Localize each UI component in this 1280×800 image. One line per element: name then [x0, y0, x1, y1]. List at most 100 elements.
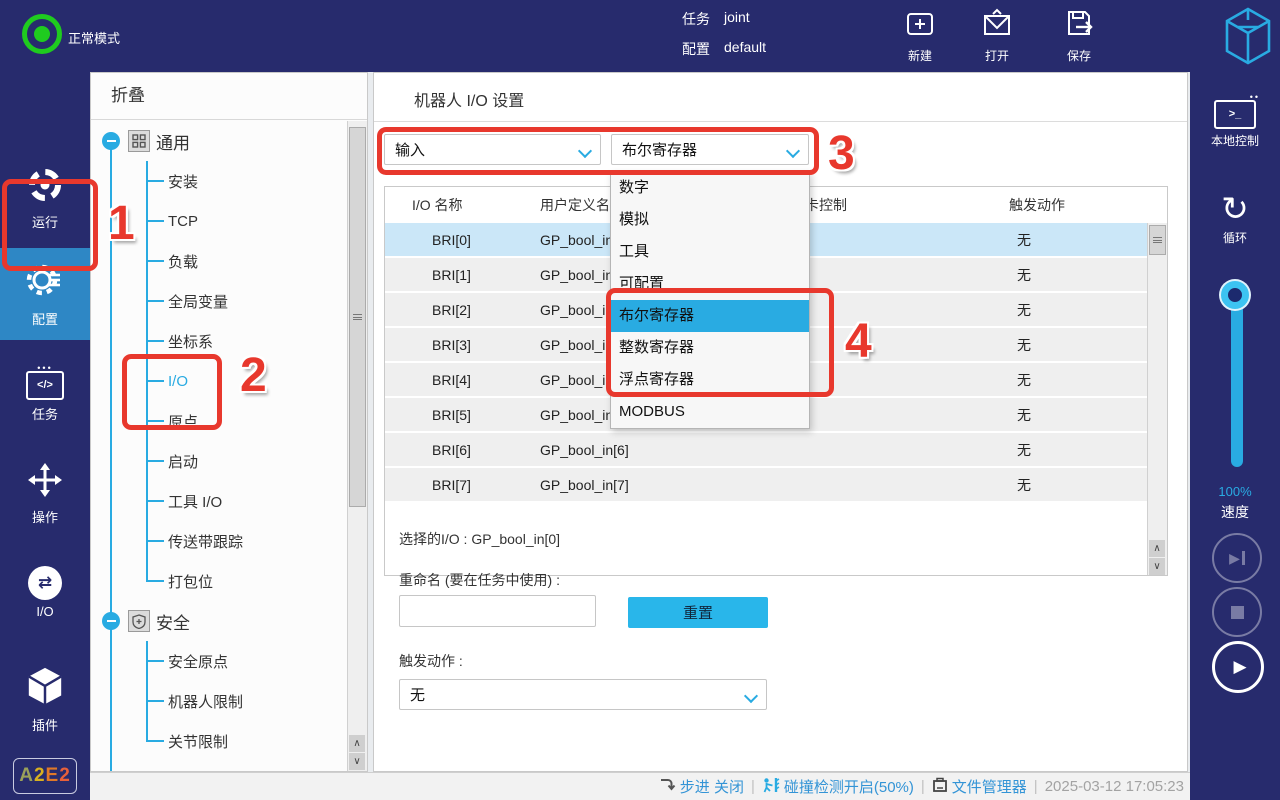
- task-config-info: 任务 joint 配置 default: [682, 9, 766, 59]
- collapse-button[interactable]: 折叠: [91, 73, 367, 120]
- tree-item-io-selected[interactable]: I/O: [146, 361, 348, 401]
- tree-item-safety-home[interactable]: 安全原点: [146, 641, 348, 681]
- loop-icon: ↻: [1221, 190, 1249, 227]
- file-manager-button[interactable]: 文件管理器: [932, 776, 1027, 797]
- tree-spine: [110, 141, 112, 771]
- version-badge[interactable]: A2E2: [13, 758, 77, 794]
- left-sidebar: 运行 配置 ••• </> 任务 操作 ⇄ I/O 插件 A2E2: [0, 72, 90, 800]
- tree-item-global-vars[interactable]: 全局变量: [146, 281, 348, 321]
- chevron-down-icon: [577, 143, 593, 159]
- sidebar-item-config[interactable]: 配置: [0, 248, 90, 340]
- io-arrows-icon: ⇄: [28, 566, 62, 600]
- loop-button[interactable]: ↻ 循环: [1190, 192, 1280, 246]
- scroll-up-arrow[interactable]: ∧: [1149, 540, 1165, 557]
- sidebar-item-io[interactable]: ⇄ I/O: [0, 566, 90, 619]
- io-direction-select[interactable]: 输入: [384, 134, 601, 165]
- col-tab-control: 选项卡控制: [777, 197, 847, 213]
- table-scrollbar[interactable]: ∧ ∨: [1147, 223, 1167, 575]
- stop-button[interactable]: [1212, 587, 1262, 637]
- run-icon: [27, 169, 63, 207]
- task-label: 任务: [682, 11, 710, 27]
- mode-label: 正常模式: [68, 31, 121, 46]
- config-tree-panel: 折叠 通用 安装 TCP 负载 全局变量 坐标系 I/O 原点 启动 工具 I/…: [90, 72, 368, 772]
- open-button[interactable]: 打开: [970, 8, 1024, 64]
- menu-option-modbus[interactable]: MODBUS: [611, 396, 809, 428]
- sidebar-item-run[interactable]: 运行: [0, 167, 90, 231]
- tree-item-tcp[interactable]: TCP: [146, 201, 348, 241]
- table-scrollbar-thumb[interactable]: [1149, 225, 1166, 255]
- local-control-button[interactable]: •• >_ 本地控制: [1190, 93, 1280, 149]
- file-manager-icon: [932, 777, 948, 797]
- sidebar-item-plugin[interactable]: 插件: [0, 666, 90, 734]
- step-mode-status[interactable]: 步进 关闭: [659, 776, 744, 797]
- tree-group-safety: 安全 安全原点 机器人限制 关节限制: [91, 601, 348, 761]
- trigger-action-select[interactable]: 无: [399, 679, 767, 710]
- tree-scrollbar-thumb[interactable]: [349, 127, 366, 507]
- play-button[interactable]: ▶: [1212, 641, 1264, 693]
- scroll-down-arrow[interactable]: ∨: [349, 753, 365, 770]
- collapse-node-icon[interactable]: [102, 132, 120, 150]
- tree-node-safety[interactable]: 安全: [91, 601, 348, 641]
- tree-item-robot-limits[interactable]: 机器人限制: [146, 681, 348, 721]
- rename-label: 重命名 (要在任务中使用) :: [399, 572, 560, 588]
- new-button[interactable]: 新建: [893, 8, 947, 64]
- speed-slider-track[interactable]: [1231, 295, 1243, 467]
- step-arrow-icon: [659, 776, 676, 797]
- rename-input[interactable]: [399, 595, 596, 627]
- chevron-down-icon: [785, 143, 801, 159]
- tree-item-payload[interactable]: 负载: [146, 241, 348, 281]
- status-bar: 步进 关闭 | 碰撞检测开启(50%) | 文件管理器 | 2025-03-12…: [90, 772, 1190, 800]
- tree-item-install[interactable]: 安装: [146, 161, 348, 201]
- collision-icon: [762, 776, 780, 798]
- gear-icon: [25, 264, 65, 304]
- tree-item-pallet[interactable]: 打包位: [146, 561, 348, 601]
- page-title: 机器人 I/O 设置: [414, 93, 525, 110]
- tree-group-general: 通用 安装 TCP 负载 全局变量 坐标系 I/O 原点 启动 工具 I/O 传…: [91, 121, 348, 601]
- code-window-icon: ••• </>: [0, 364, 90, 400]
- table-row[interactable]: BRI[7] GP_bool_in[7] 无: [385, 468, 1148, 503]
- tree-item-joint-limits[interactable]: 关节限制: [146, 721, 348, 761]
- tree-item-startup[interactable]: 启动: [146, 441, 348, 481]
- tree-item-home[interactable]: 原点: [146, 401, 348, 441]
- io-type-select[interactable]: 布尔寄存器: [611, 134, 809, 165]
- speed-percent: 100%: [1218, 484, 1252, 499]
- menu-option-float-register[interactable]: 浮点寄存器: [611, 364, 809, 396]
- collision-detection-status[interactable]: 碰撞检测开启(50%): [762, 776, 914, 798]
- tree-node-general[interactable]: 通用: [91, 121, 348, 161]
- selected-io-label: 选择的I/O : GP_bool_in[0]: [399, 531, 561, 547]
- trigger-action-label: 触发动作 :: [399, 653, 463, 669]
- col-io-name: I/O 名称: [412, 197, 463, 213]
- step-forward-button[interactable]: ▶: [1212, 533, 1262, 583]
- reset-button[interactable]: 重置: [628, 597, 768, 628]
- tree-scrollbar[interactable]: ∧ ∨: [347, 121, 367, 771]
- sidebar-item-task[interactable]: ••• </> 任务: [0, 364, 90, 423]
- menu-option-tool[interactable]: 工具: [611, 236, 809, 268]
- save-button[interactable]: 保存: [1052, 8, 1106, 64]
- cube-icon: [26, 667, 64, 710]
- menu-option-configurable[interactable]: 可配置: [611, 268, 809, 300]
- scroll-down-arrow[interactable]: ∨: [1149, 558, 1165, 575]
- scroll-up-arrow[interactable]: ∧: [349, 735, 365, 752]
- chevron-down-icon: [743, 688, 759, 704]
- stop-icon: [1230, 605, 1244, 619]
- tree-item-frames[interactable]: 坐标系: [146, 321, 348, 361]
- config-value: default: [724, 39, 767, 55]
- save-icon: [1063, 11, 1095, 44]
- menu-option-bool-register-selected[interactable]: 布尔寄存器: [611, 300, 809, 332]
- menu-option-digital[interactable]: 数字: [611, 172, 809, 204]
- play-icon: ▶: [1233, 657, 1247, 676]
- sidebar-item-operate[interactable]: 操作: [0, 462, 90, 526]
- collapse-node-icon[interactable]: [102, 612, 120, 630]
- io-type-dropdown-menu: 数字 模拟 工具 可配置 布尔寄存器 整数寄存器 浮点寄存器 MODBUS: [610, 171, 810, 429]
- top-bar: 正常模式 任务 joint 配置 default 新建 打开 保存: [0, 0, 1280, 72]
- mode-status-icon: [22, 14, 62, 54]
- tree-item-tool-io[interactable]: 工具 I/O: [146, 481, 348, 521]
- new-file-icon: [904, 13, 936, 44]
- timestamp: 2025-03-12 17:05:23: [1044, 778, 1184, 795]
- table-row[interactable]: BRI[6] GP_bool_in[6] 无: [385, 433, 1148, 468]
- tree-item-conveyor[interactable]: 传送带跟踪: [146, 521, 348, 561]
- menu-option-int-register[interactable]: 整数寄存器: [611, 332, 809, 364]
- shield-plus-icon: [128, 610, 150, 632]
- menu-option-analog[interactable]: 模拟: [611, 204, 809, 236]
- speed-slider-handle[interactable]: [1221, 281, 1249, 309]
